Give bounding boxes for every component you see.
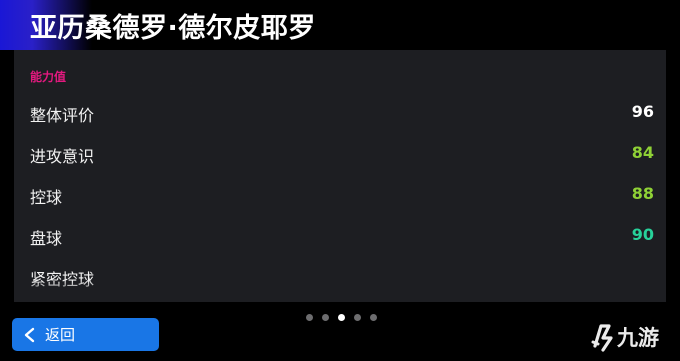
stat-row-overall: 整体评价 96 — [14, 102, 666, 142]
chevron-left-icon — [24, 327, 35, 342]
back-button[interactable]: 返回 — [12, 318, 159, 351]
stat-name: 控球 — [30, 188, 63, 207]
stat-value: 90 — [631, 225, 654, 244]
stat-name: 盘球 — [30, 229, 63, 248]
stats-panel[interactable]: 能力值 整体评价 96 进攻意识 84 控球 88 盘球 90 紧密控球 — [14, 50, 666, 302]
page-dot[interactable] — [354, 314, 361, 321]
player-name-title: 亚历桑德罗·德尔皮耶罗 — [30, 13, 316, 44]
page-dot[interactable] — [338, 314, 345, 321]
stat-name: 进攻意识 — [30, 147, 95, 166]
scroll-fade — [14, 280, 666, 302]
section-label-abilities: 能力值 — [30, 70, 67, 84]
page-indicator[interactable] — [306, 314, 377, 321]
page-dot[interactable] — [322, 314, 329, 321]
jiuyou-watermark-logo: 九游 — [591, 324, 659, 352]
stat-value: 88 — [631, 184, 654, 203]
page-dot[interactable] — [370, 314, 377, 321]
stat-value: 96 — [631, 102, 654, 121]
stat-value: 84 — [631, 143, 654, 162]
page-dot[interactable] — [306, 314, 313, 321]
stat-row-ball-control: 控球 88 — [14, 184, 666, 224]
watermark-text: 九游 — [616, 326, 659, 350]
back-button-label: 返回 — [45, 326, 76, 344]
stat-name: 整体评价 — [30, 106, 95, 125]
stat-row-offensive-awareness: 进攻意识 84 — [14, 143, 666, 183]
header-bar: 亚历桑德罗·德尔皮耶罗 — [0, 0, 680, 50]
stat-row-dribbling: 盘球 90 — [14, 225, 666, 265]
player-detail-screen: 亚历桑德罗·德尔皮耶罗 能力值 整体评价 96 进攻意识 84 控球 88 盘球… — [0, 0, 680, 361]
